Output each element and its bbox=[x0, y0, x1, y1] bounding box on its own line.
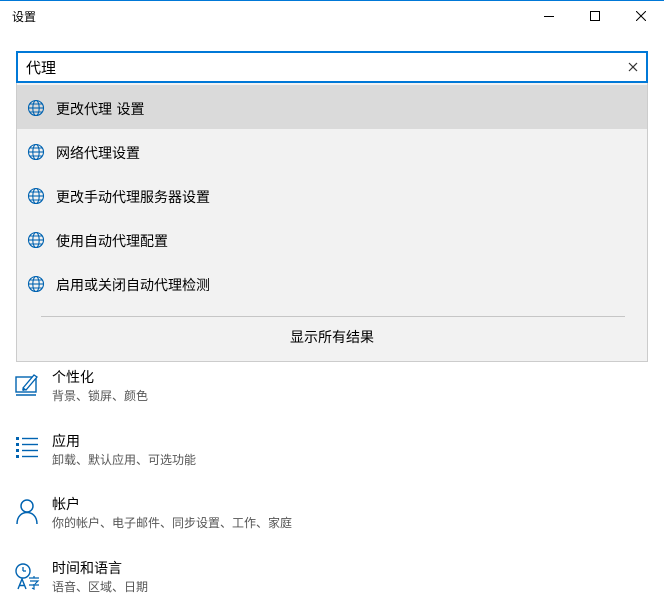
globe-icon bbox=[27, 275, 45, 293]
show-all-results-link[interactable]: 显示所有结果 bbox=[17, 327, 647, 347]
suggestion-label: 启用或关闭自动代理检测 bbox=[56, 278, 210, 294]
suggestion-item[interactable]: 网络代理设置 bbox=[17, 129, 647, 173]
category-apps[interactable]: 应用 卸载、默认应用、可选功能 bbox=[0, 431, 664, 487]
clear-search-icon[interactable] bbox=[626, 60, 640, 74]
maximize-icon bbox=[590, 11, 600, 21]
category-name: 应用 bbox=[52, 434, 80, 450]
title-bar: 设置 bbox=[0, 0, 664, 32]
globe-icon bbox=[27, 99, 45, 117]
search-input[interactable] bbox=[26, 56, 616, 78]
close-icon bbox=[636, 11, 646, 21]
minimize-icon bbox=[544, 16, 554, 17]
suggestion-item[interactable]: 更改手动代理服务器设置 bbox=[17, 173, 647, 217]
search-box bbox=[16, 51, 648, 83]
account-icon bbox=[16, 499, 38, 525]
category-accounts[interactable]: 帐户 你的帐户、电子邮件、同步设置、工作、家庭 bbox=[0, 494, 664, 550]
divider bbox=[41, 316, 625, 317]
suggestion-label: 更改手动代理服务器设置 bbox=[56, 190, 210, 206]
time-language-icon bbox=[15, 563, 40, 590]
category-time-language[interactable]: 时间和语言 语音、区域、日期 bbox=[0, 558, 664, 606]
category-personalization[interactable]: 个性化 背景、锁屏、颜色 bbox=[0, 367, 664, 423]
category-name: 帐户 bbox=[52, 497, 80, 513]
minimize-button[interactable] bbox=[526, 0, 572, 32]
globe-icon bbox=[27, 187, 45, 205]
category-description: 背景、锁屏、颜色 bbox=[52, 389, 149, 403]
globe-icon bbox=[27, 143, 45, 161]
suggestion-item[interactable]: 更改代理 设置 bbox=[17, 85, 647, 129]
maximize-button[interactable] bbox=[572, 0, 618, 32]
category-name: 个性化 bbox=[52, 370, 94, 386]
search-suggestions: 更改代理 设置 网络代理设置 更改手动代理服务器设置 使用自动代理配置 启用或关… bbox=[16, 83, 648, 362]
suggestion-label: 网络代理设置 bbox=[56, 146, 140, 162]
close-window-button[interactable] bbox=[618, 0, 664, 32]
suggestion-label: 使用自动代理配置 bbox=[56, 234, 168, 250]
suggestion-item[interactable]: 使用自动代理配置 bbox=[17, 217, 647, 261]
window-title: 设置 bbox=[12, 10, 37, 24]
category-name: 时间和语言 bbox=[52, 561, 122, 577]
suggestion-label: 更改代理 设置 bbox=[56, 102, 145, 118]
category-description: 语音、区域、日期 bbox=[52, 580, 149, 594]
category-description: 卸载、默认应用、可选功能 bbox=[52, 453, 197, 467]
globe-icon bbox=[27, 231, 45, 249]
personalization-icon bbox=[15, 374, 38, 396]
category-description: 你的帐户、电子邮件、同步设置、工作、家庭 bbox=[52, 516, 293, 530]
apps-icon bbox=[16, 437, 38, 458]
suggestion-item[interactable]: 启用或关闭自动代理检测 bbox=[17, 261, 647, 305]
